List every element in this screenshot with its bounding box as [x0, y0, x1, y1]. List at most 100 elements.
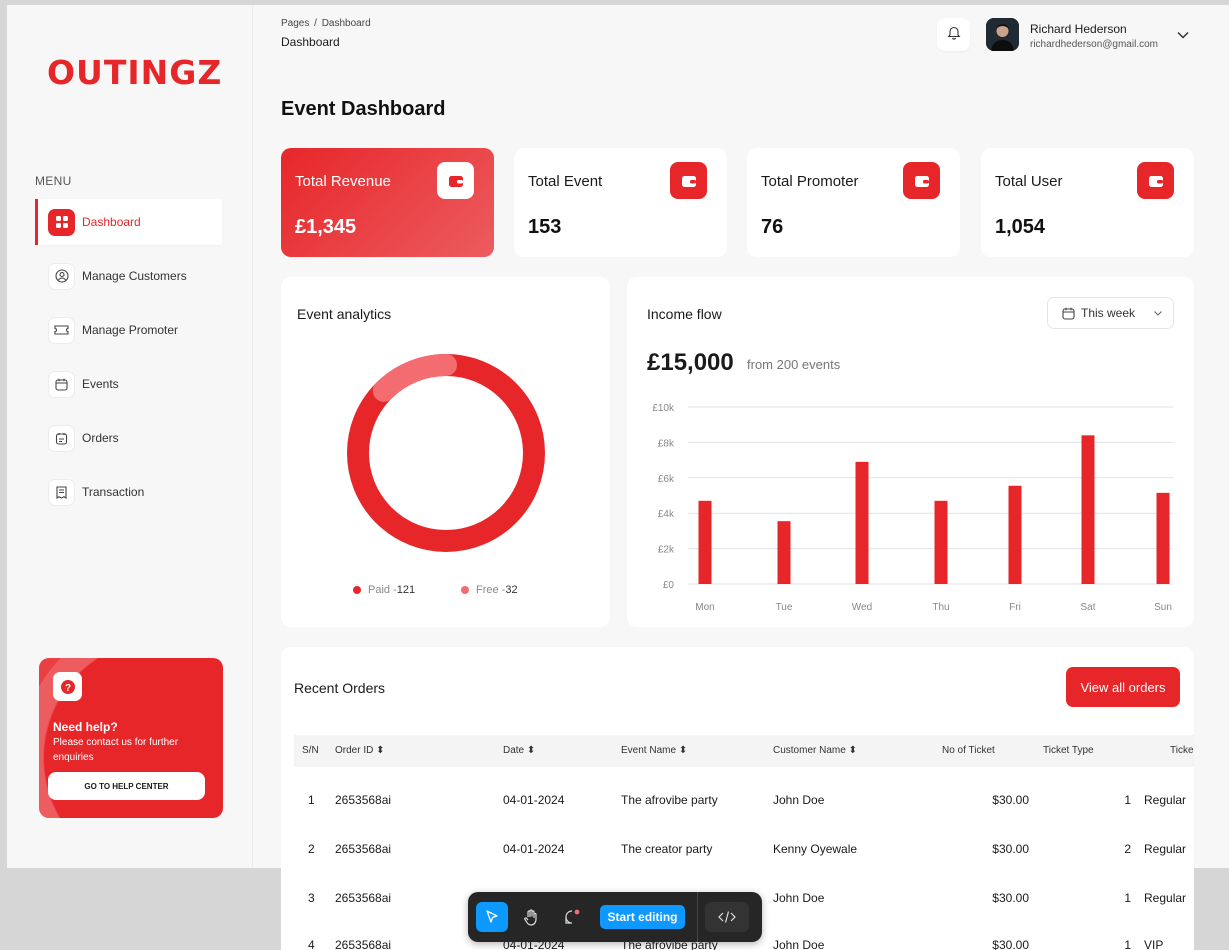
bar-thu	[934, 500, 948, 584]
event-analytics-title: Event analytics	[297, 306, 392, 322]
column-header-truncated: Ticke	[1170, 745, 1194, 756]
income-flow-title: Income flow	[647, 306, 722, 322]
sidebar-item-label: Dashboard	[82, 215, 141, 229]
x-tick-label: Sun	[1154, 602, 1172, 613]
legend-paid: Paid - 121	[353, 584, 415, 596]
cell-event-name: The afrovibe party	[621, 793, 718, 807]
sidebar-item-label: Orders	[82, 431, 119, 445]
column-header-customer-name[interactable]: Customer Name ⬍	[773, 745, 857, 756]
hand-tool-button[interactable]	[515, 902, 547, 932]
income-amount: £15,000	[647, 349, 734, 376]
column-header-date[interactable]: Date ⬍	[503, 745, 535, 756]
sidebar: OUTINGZ MENU Dashboard Manage Customers …	[7, 5, 253, 868]
wallet-icon	[903, 162, 940, 199]
legend-label: Paid -	[368, 584, 397, 596]
user-email: richardhederson@gmail.com	[1030, 39, 1158, 50]
legend-free: Free - 32	[461, 584, 518, 596]
cell-order-id: 2653568ai	[335, 842, 392, 856]
breadcrumb: Pages / Dashboard	[281, 18, 371, 29]
stat-value: 76	[761, 216, 784, 238]
stat-value: £1,345	[295, 216, 357, 238]
editor-toolbar: Start editing	[468, 892, 762, 942]
y-tick-label: £4k	[658, 509, 675, 520]
x-tick-label: Sat	[1080, 602, 1095, 613]
cell-sn: 2	[308, 842, 315, 856]
y-tick-label: £8k	[658, 438, 675, 449]
sidebar-item-manage-customers[interactable]: Manage Customers	[35, 253, 222, 299]
help-card: ? Need help? Please contact us for furth…	[39, 658, 223, 818]
comment-tool-button[interactable]	[556, 902, 588, 932]
y-tick-label: £10k	[652, 403, 675, 414]
cell-amount: $30.00	[992, 891, 1029, 905]
period-select[interactable]: This week	[1047, 297, 1174, 329]
menu-label: MENU	[35, 174, 72, 188]
sidebar-item-manage-promoter[interactable]: Manage Promoter	[35, 307, 222, 353]
cell-customer-name: John Doe	[773, 938, 825, 950]
sort-icon: ⬍	[526, 745, 536, 756]
stat-card-total-promoter: Total Promoter 76	[747, 148, 960, 257]
cell-customer-name: John Doe	[773, 793, 825, 807]
sidebar-item-label: Manage Promoter	[82, 323, 179, 337]
notification-button[interactable]	[937, 18, 970, 51]
y-tick-label: £0	[663, 580, 675, 591]
bar-mon	[698, 500, 712, 584]
legend-value: 32	[505, 584, 518, 596]
cursor-arrow-icon	[484, 909, 500, 925]
y-tick-label: £6k	[658, 474, 675, 485]
cell-ticket-type: Regular	[1144, 842, 1187, 856]
sidebar-item-orders[interactable]: Orders	[35, 415, 222, 461]
code-view-button[interactable]	[705, 902, 749, 932]
income-bar-chart: £0 £2k £4k £6k £8k £10k Mon Tue Wed Thu Fri Sat Sun	[652, 403, 1173, 613]
x-tick-label: Fri	[1009, 602, 1021, 613]
stat-card-total-revenue: Total Revenue £1,345	[281, 148, 494, 257]
bar-fri	[1008, 485, 1022, 584]
svg-text:?: ?	[64, 683, 70, 694]
cell-ticket-count: 1	[1124, 891, 1131, 905]
sort-icon: ⬍	[848, 745, 857, 756]
cell-ticket-count: 1	[1124, 793, 1131, 807]
ticket-icon	[48, 316, 75, 344]
help-center-button[interactable]: GO TO HELP CENTER	[48, 772, 205, 800]
breadcrumb-leaf: Dashboard	[321, 18, 371, 29]
cell-sn: 3	[308, 891, 315, 905]
stat-label: Total Promoter	[761, 173, 859, 190]
sidebar-item-events[interactable]: Events	[35, 361, 222, 407]
recent-orders-title: Recent Orders	[294, 680, 386, 696]
donut-chart	[347, 354, 545, 552]
chevron-down-icon	[1153, 309, 1163, 317]
comment-icon	[563, 908, 581, 926]
income-subtitle: from 200 events	[747, 357, 841, 372]
hand-icon	[523, 908, 539, 926]
start-editing-button[interactable]: Start editing	[600, 905, 685, 929]
legend-label: Free -	[476, 584, 506, 596]
bar-sun	[1156, 492, 1170, 584]
wallet-icon	[437, 162, 474, 199]
grid-icon	[48, 208, 75, 236]
column-header-event-name[interactable]: Event Name ⬍	[621, 745, 687, 756]
pointer-tool-button[interactable]	[476, 902, 508, 932]
view-all-orders-button[interactable]: View all orders	[1066, 667, 1180, 707]
stat-card-total-user: Total User 1,054	[981, 148, 1194, 257]
cell-customer-name: John Doe	[773, 891, 825, 905]
x-tick-label: Wed	[852, 602, 872, 613]
bar-sat	[1081, 435, 1095, 584]
cell-amount: $30.00	[992, 793, 1029, 807]
stat-label: Total Event	[528, 173, 603, 190]
cell-sn: 1	[308, 793, 315, 807]
x-tick-label: Thu	[932, 602, 949, 613]
avatar[interactable]	[986, 18, 1019, 51]
sidebar-item-label: Transaction	[82, 485, 145, 499]
page-title: Event Dashboard	[281, 98, 446, 120]
logo: OUTINGZ	[47, 53, 223, 92]
cell-customer-name: Kenny Oyewale	[773, 842, 858, 856]
cell-ticket-type: VIP	[1144, 938, 1164, 950]
bar-wed	[855, 461, 869, 584]
sidebar-item-dashboard[interactable]: Dashboard	[35, 199, 222, 245]
breadcrumb-root[interactable]: Pages	[281, 18, 309, 29]
chevron-down-icon[interactable]	[1176, 26, 1190, 49]
column-header-order-id[interactable]: Order ID ⬍	[335, 745, 385, 756]
sidebar-item-transaction[interactable]: Transaction	[35, 469, 222, 515]
legend-value: 121	[396, 584, 416, 596]
bell-icon	[946, 25, 961, 45]
current-page-label: Dashboard	[281, 35, 340, 49]
